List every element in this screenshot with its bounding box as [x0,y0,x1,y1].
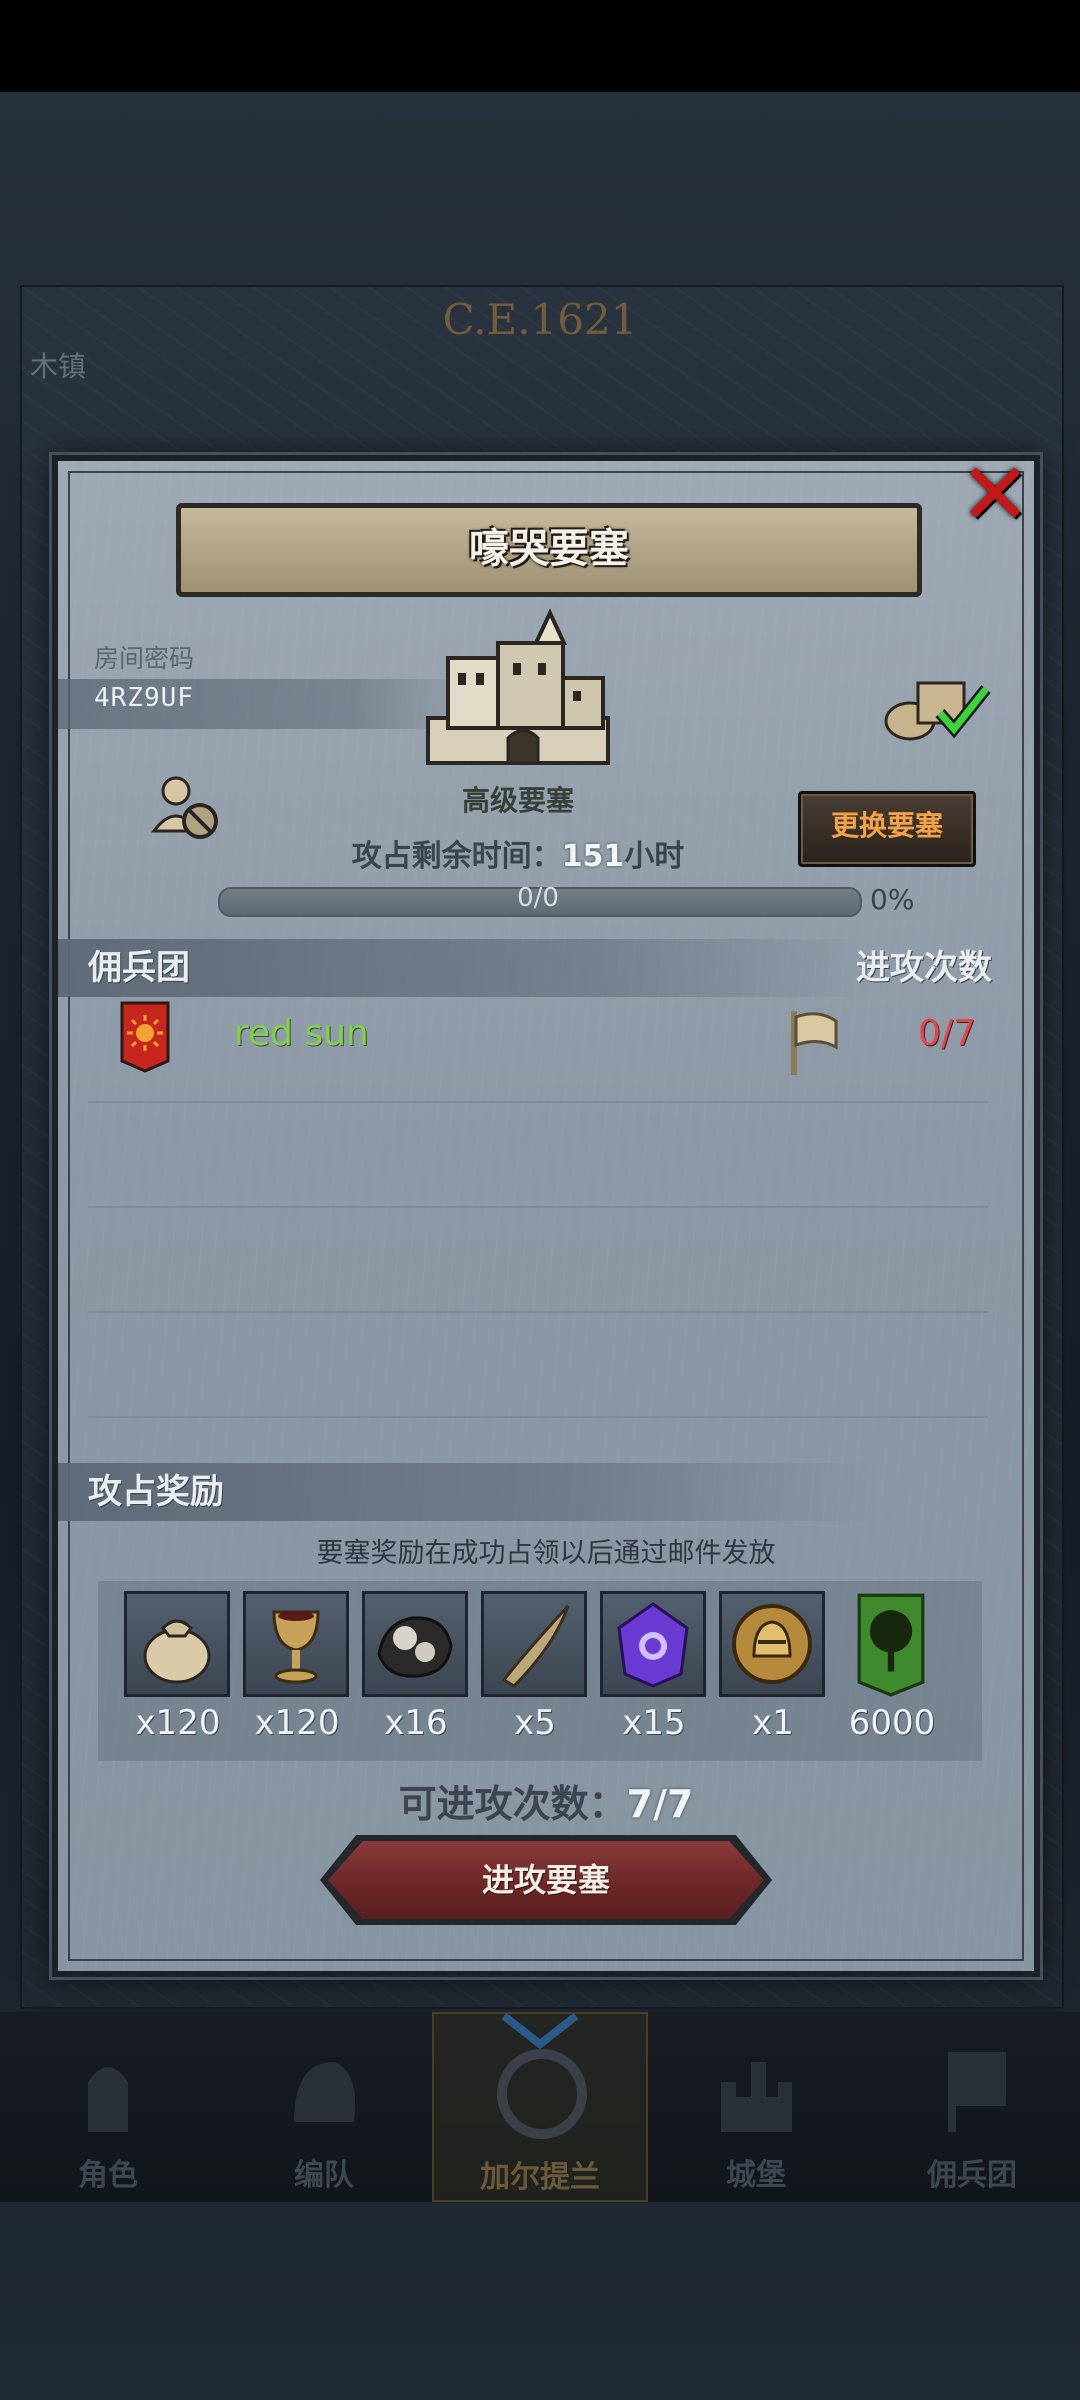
mercenary-section-header: 佣兵团 进攻次数 [58,939,1022,997]
nav-item-formation[interactable]: 编队 [216,2012,432,2202]
reward-quantity: x120 [254,1703,340,1743]
sack-icon [124,1591,230,1697]
knight-icon [88,2067,128,2132]
helmet-icon [294,2062,356,2122]
reward-quantity: x1 [752,1703,794,1743]
castle-icon [426,608,610,765]
reward-section-header: 攻占奖励 [58,1463,1022,1521]
reward-quantity: x5 [514,1703,556,1743]
nav-label: 角色 [78,2158,138,2193]
goblet-icon [243,1591,349,1697]
flag-icon [791,1011,838,1075]
change-fortress-button[interactable]: 更换要塞 [798,791,976,867]
progress-text: 0/0 [517,883,559,913]
row-divider [88,1416,988,1418]
nav-item-character[interactable]: 角色 [0,2012,216,2202]
nav-label: 城堡 [726,2158,786,2193]
row-divider [88,1206,988,1208]
attack-fortress-label: 进攻要塞 [481,1861,610,1899]
mercenary-attack-count: 0/7 [918,1013,976,1054]
reward-quantity: x120 [135,1703,221,1743]
fortress-type: 高级要塞 [461,784,574,817]
title-plate: 嚎哭要塞 [176,503,922,597]
close-icon[interactable]: ✕ [955,452,1035,538]
nav-label: 编队 [294,2158,354,2193]
remaining-attacks: 可进攻次数：7/7 [328,1773,764,1828]
supply-check-icon[interactable] [882,669,992,743]
status-bar [0,0,1080,92]
crystal-icon [600,1591,706,1697]
sun-banner-icon [120,1001,170,1073]
banner-nav-icon [948,2052,1006,2132]
nav-label: 佣兵团 [927,2158,1017,2193]
no-user-icon[interactable] [150,771,222,843]
nav-item-mercenaries[interactable]: 佣兵团 [864,2012,1080,2202]
row-divider [88,1311,988,1313]
ore-icon [362,1591,468,1697]
horn-icon [481,1591,587,1697]
room-code-label: 房间密码 [94,644,195,673]
remaining-attacks-label: 可进攻次数： [398,1782,627,1826]
mercenary-section-title: 佣兵团 [88,948,190,988]
nav-item-castle[interactable]: 城堡 [648,2012,864,2202]
reward-quantity: x15 [622,1703,686,1743]
reward-section-title: 攻占奖励 [88,1472,224,1512]
progress-percent: 0% [870,883,915,916]
nav-label: 加尔提兰 [480,2160,600,2195]
capture-timer: 攻占剩余时间：151小时 [238,831,798,875]
tree-banner-icon [838,1591,944,1697]
dialog-title: 嚎哭要塞 [469,526,629,572]
attack-count-header: 进攻次数 [856,948,992,988]
timer-value: 151 [561,839,625,874]
row-divider [88,1101,988,1103]
remaining-attacks-value: 7/7 [626,1782,694,1826]
mercenary-name[interactable]: red sun [234,1013,369,1054]
reward-quantity: 6000 [848,1703,936,1743]
room-code-value[interactable]: 4RZ9UF [94,683,194,713]
era-date: C.E.1621 [442,295,638,344]
attack-fortress-button[interactable]: 进攻要塞 [320,1835,772,1925]
castle-nav-icon [721,2062,792,2132]
town-label: 木镇 [30,350,87,383]
chevron-down-icon [501,2012,579,2050]
compass-icon [497,2049,587,2139]
helmet-coin-icon [719,1591,825,1697]
timer-label: 攻占剩余时间： [351,839,562,874]
timer-unit: 小时 [624,839,685,874]
reward-note: 要塞奖励在成功占领以后通过邮件发放 [316,1538,776,1569]
fortress-dialog: 嚎哭要塞 房间密码 4RZ9UF 高级要塞 更换要塞 攻占剩余时间：151小时 [52,455,1040,1977]
reward-quantity: x16 [384,1703,448,1743]
